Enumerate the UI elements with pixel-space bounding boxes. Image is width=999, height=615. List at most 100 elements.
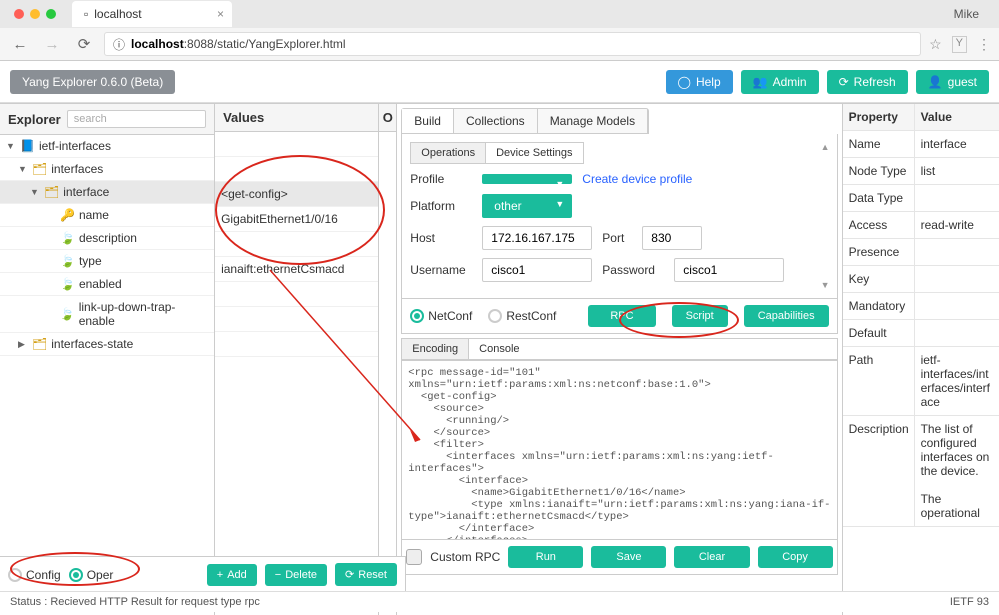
custom-rpc-checkbox[interactable] (406, 549, 422, 565)
admin-button[interactable]: 👥Admin (741, 70, 819, 94)
config-radio[interactable]: Config (8, 568, 61, 582)
create-profile-link[interactable]: Create device profile (582, 172, 692, 186)
app-header: Yang Explorer 0.6.0 (Beta) ◯Help 👥Admin … (0, 61, 999, 103)
value-cell[interactable] (215, 157, 378, 182)
tree-node-interface[interactable]: ▼🗂interface (0, 181, 214, 204)
tree-node-type[interactable]: 🍃type (0, 250, 214, 273)
forward-icon[interactable]: → (40, 36, 64, 53)
port-input[interactable] (642, 226, 702, 250)
value-cell[interactable]: <get-config> (215, 182, 378, 207)
platform-dropdown[interactable]: other (482, 194, 572, 218)
minus-icon: − (275, 569, 281, 581)
value-cell[interactable] (215, 232, 378, 257)
page-icon: ▫ (84, 7, 88, 21)
capabilities-button[interactable]: Capabilities (744, 305, 829, 327)
yandex-icon[interactable]: Y (952, 36, 967, 53)
address-bar[interactable]: ⓘ localhost:8088/static/YangExplorer.htm… (104, 32, 921, 56)
leaf-icon: 🍃 (60, 277, 75, 291)
explorer-title: Explorer (8, 112, 61, 127)
tree-node-interfaces[interactable]: ▼🗂interfaces (0, 158, 214, 181)
property-row: Node Typelist (843, 158, 999, 185)
property-header: Property (843, 104, 915, 130)
star-icon[interactable]: ☆ (929, 36, 942, 53)
plus-icon: + (217, 569, 223, 581)
window-controls[interactable] (8, 9, 62, 19)
clear-button[interactable]: Clear (674, 546, 749, 568)
property-row: Default (843, 320, 999, 347)
value-cell[interactable] (215, 132, 378, 157)
search-input[interactable]: search (67, 110, 206, 128)
tree-node-description[interactable]: 🍃description (0, 227, 214, 250)
yang-tree[interactable]: ▼📘ietf-interfaces▼🗂interfaces▼🗂interface… (0, 135, 214, 615)
values-panel: Values <get-config>GigabitEthernet1/0/16… (215, 104, 379, 615)
status-bar: Status : Recieved HTTP Result for reques… (0, 591, 999, 612)
add-button[interactable]: +Add (207, 564, 257, 586)
folder-icon: 🗂 (44, 185, 59, 199)
restconf-radio[interactable]: RestConf (488, 309, 556, 323)
rpc-xml-output[interactable]: <rpc message-id="101" xmlns="urn:ietf:pa… (401, 360, 837, 540)
refresh-icon: ⟳ (839, 75, 849, 89)
rpc-button[interactable]: RPC (588, 305, 655, 327)
value-cell[interactable] (215, 307, 378, 332)
tree-node-link-up-down-trap-enable[interactable]: 🍃link-up-down-trap-enable (0, 296, 214, 333)
reset-icon: ⟳ (345, 568, 354, 581)
close-icon[interactable]: × (217, 7, 224, 21)
leaf-red-icon: 🍃 (60, 254, 75, 268)
tree-node-enabled[interactable]: 🍃enabled (0, 273, 214, 296)
profile-label: Profile (410, 172, 472, 186)
save-button[interactable]: Save (591, 546, 666, 568)
tab-encoding[interactable]: Encoding (402, 339, 469, 359)
back-icon[interactable]: ← (8, 36, 32, 53)
username-input[interactable] (482, 258, 592, 282)
value-cell[interactable]: GigabitEthernet1/0/16 (215, 207, 378, 232)
host-label: Host (410, 231, 472, 245)
guest-button[interactable]: 👤guest (916, 70, 989, 94)
script-button[interactable]: Script (672, 305, 728, 327)
port-label: Port (602, 231, 632, 245)
copy-button[interactable]: Copy (758, 546, 833, 568)
browser-tab[interactable]: ▫ localhost × (72, 1, 232, 27)
folder-icon: 🗂 (32, 162, 47, 176)
property-row: Pathietf-interfaces/interfaces/interface (843, 347, 999, 416)
property-row: Key (843, 266, 999, 293)
subtab-operations[interactable]: Operations (411, 143, 486, 163)
value-cell[interactable] (215, 332, 378, 357)
help-button[interactable]: ◯Help (666, 70, 733, 94)
tab-manage-models[interactable]: Manage Models (538, 109, 648, 133)
property-row: Accessread-write (843, 212, 999, 239)
username-label: Username (410, 263, 472, 277)
o-panel: O (379, 104, 397, 615)
menu-icon[interactable]: ⋮ (977, 36, 991, 53)
delete-button[interactable]: −Delete (265, 564, 327, 586)
tab-title: localhost (94, 7, 141, 21)
tree-node-interfaces-state[interactable]: ▶🗂interfaces-state (0, 333, 214, 356)
tab-build[interactable]: Build (402, 109, 454, 133)
profile-dropdown[interactable] (482, 174, 572, 184)
host-input[interactable] (482, 226, 592, 250)
browser-chrome: ▫ localhost × Mike ← → ⟳ ⓘ localhost:808… (0, 0, 999, 61)
tree-node-ietf-interfaces[interactable]: ▼📘ietf-interfaces (0, 135, 214, 158)
property-row: Mandatory (843, 293, 999, 320)
tab-collections[interactable]: Collections (454, 109, 538, 133)
password-label: Password (602, 263, 664, 277)
subtab-device-settings[interactable]: Device Settings (486, 143, 582, 163)
reset-button[interactable]: ⟳Reset (335, 563, 397, 586)
value-cell[interactable] (215, 282, 378, 307)
netconf-radio[interactable]: NetConf (410, 309, 472, 323)
properties-panel: Property Value NameinterfaceNode Typelis… (843, 104, 999, 615)
app-title-badge: Yang Explorer 0.6.0 (Beta) (10, 70, 175, 94)
property-row: DescriptionThe list of configured interf… (843, 416, 999, 527)
refresh-button[interactable]: ⟳Refresh (827, 70, 908, 94)
run-button[interactable]: Run (508, 546, 583, 568)
platform-label: Platform (410, 199, 472, 213)
custom-rpc-label: Custom RPC (430, 550, 500, 564)
value-header: Value (915, 104, 999, 130)
tree-node-name[interactable]: 🔑name (0, 204, 214, 227)
book-icon: 📘 (20, 139, 35, 153)
github-icon: ◯ (678, 75, 691, 89)
reload-icon[interactable]: ⟳ (72, 35, 96, 53)
oper-radio[interactable]: Oper (69, 568, 114, 582)
password-input[interactable] (674, 258, 784, 282)
value-cell[interactable]: ianaift:ethernetCsmacd (215, 257, 378, 282)
tab-console[interactable]: Console (469, 339, 529, 359)
